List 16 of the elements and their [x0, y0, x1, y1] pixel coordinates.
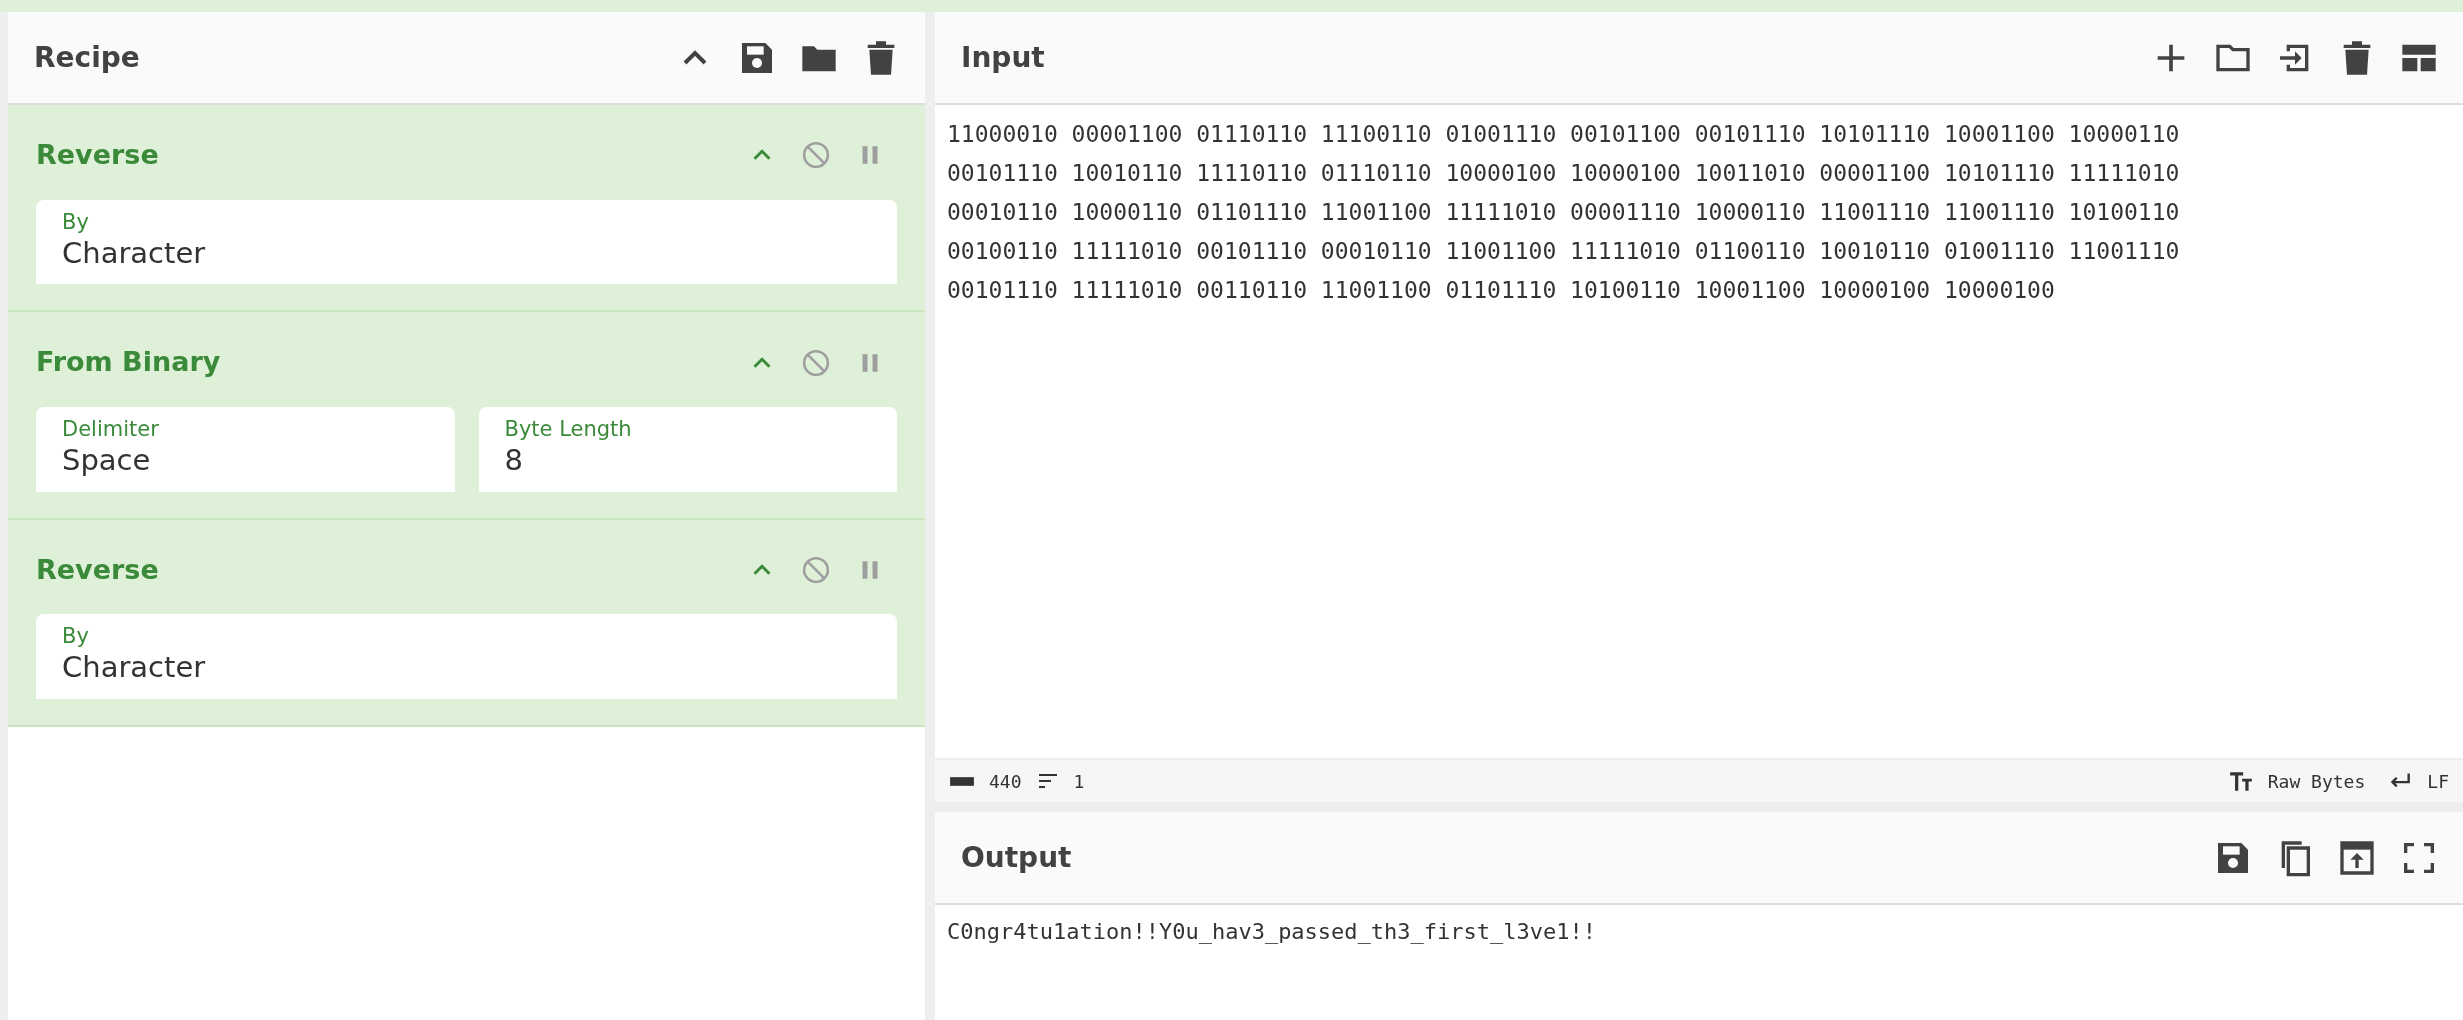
input-field[interactable]: By Character [36, 199, 897, 285]
panel-title: Input [961, 40, 1045, 75]
line-count: 1 [1073, 769, 1085, 794]
encoding-label[interactable]: Raw Bytes [2267, 767, 2366, 795]
character-count: 440 [989, 769, 1022, 794]
input-field[interactable]: By Character [36, 614, 897, 700]
operation-name: Reverse [36, 138, 159, 172]
panel-title: Output [961, 840, 1072, 875]
operation-name: From Binary [36, 345, 221, 380]
eol-label[interactable]: LF [2427, 767, 2449, 795]
input-field[interactable]: Delimiter Space [36, 406, 455, 492]
panel-title: Recipe [34, 40, 140, 75]
input-text[interactable]: 11000010 00001100 01110110 11100110 01001110 00101100 00101110 10101110 10001100 10000110 00101110 10010110 11110110 01110110 10000100 10000100 10011010 00001100 10101110 11111010 00010110 10000110 01101110 11001100 11111010 00001110 10000110 11001110 11001110 10100110 00100110 11111010 00101110 00010110 11001100 11111010 01100110 10010110 01001110 11001110 00101110 11111010 00110110 11001100 01101110 10100110 10001100 10000100 10000100 [935, 105, 2206, 320]
input-field[interactable]: Byte Length 8 [478, 406, 897, 492]
operation-name: Reverse [36, 552, 159, 587]
output-text: C0ngr4tu1ation!!Y0u_hav3_passed_th3_first_l3ve1!! [946, 918, 1597, 946]
